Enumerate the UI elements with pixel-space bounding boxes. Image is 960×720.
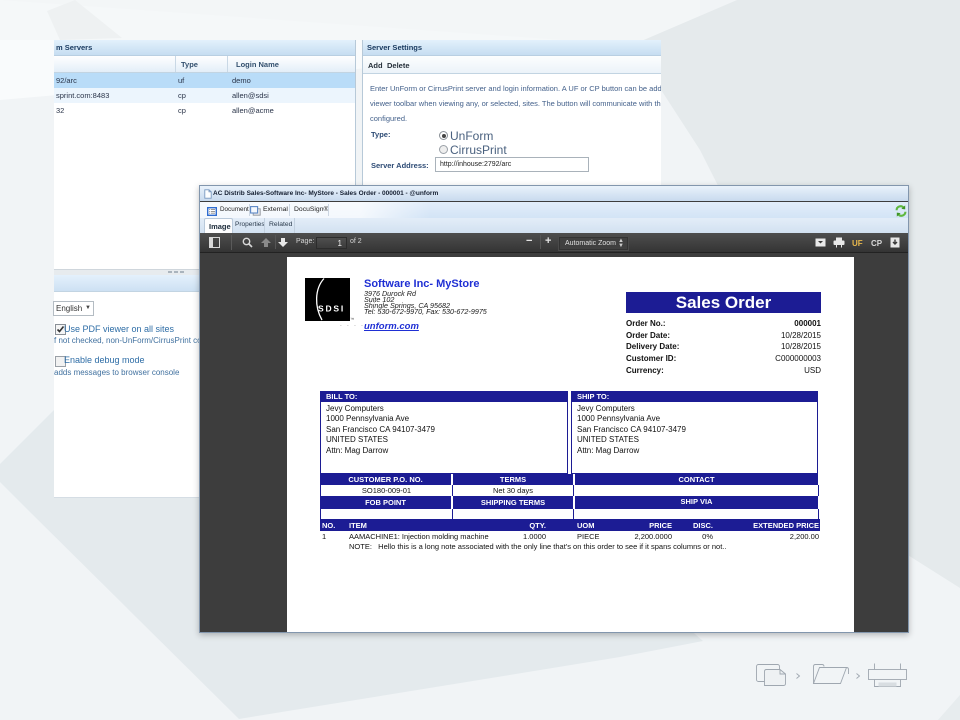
svg-text:SDSI: SDSI (318, 304, 345, 314)
